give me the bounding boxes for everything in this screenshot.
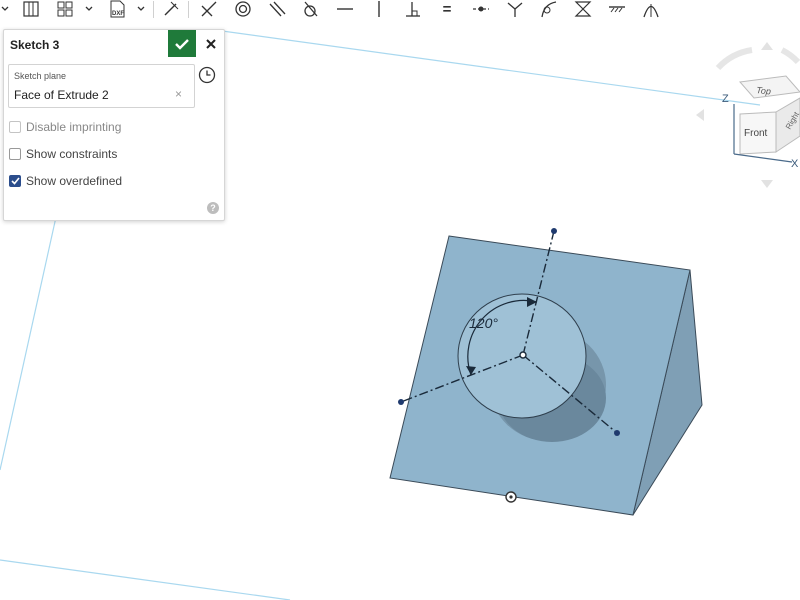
help-icon[interactable]: ?: [207, 202, 219, 214]
checkmark-icon: [175, 38, 189, 50]
close-icon: [206, 38, 216, 49]
chevron-down-icon[interactable]: [134, 0, 148, 18]
symmetric-icon[interactable]: [504, 0, 526, 18]
cancel-button[interactable]: [199, 30, 223, 57]
view-cube-front-label: Front: [744, 128, 768, 139]
view-cube-top-label: Top: [756, 85, 772, 96]
equal-icon[interactable]: =: [436, 0, 458, 18]
view-cube[interactable]: Top Front Right Z X: [694, 40, 800, 190]
toolbar-divider: [188, 1, 189, 18]
option-disable-imprinting[interactable]: Disable imprinting: [9, 120, 121, 134]
show-overdefined-label: Show overdefined: [26, 174, 123, 188]
disable-imprinting-label: Disable imprinting: [26, 120, 122, 134]
angle-dimension-label[interactable]: 120°: [469, 315, 498, 331]
perpendicular-icon[interactable]: [402, 0, 424, 18]
horizontal-icon[interactable]: [334, 0, 356, 18]
option-show-overdefined[interactable]: Show overdefined: [9, 174, 122, 188]
sketch-center-point[interactable]: [519, 351, 527, 359]
offset-circle-icon[interactable]: [232, 0, 254, 18]
parallel-icon[interactable]: [266, 0, 288, 18]
x-axis-label: X: [791, 158, 799, 170]
show-overdefined-checkbox[interactable]: [9, 175, 21, 187]
sketch-plane-value: Face of Extrude 2: [14, 88, 109, 102]
sketch-feature-panel: Sketch 3 Sketch plane Face of Extrude 2 …: [3, 29, 225, 221]
curvature-icon[interactable]: [538, 0, 560, 18]
z-axis-label: Z: [722, 93, 729, 105]
disable-imprinting-checkbox[interactable]: [9, 121, 21, 133]
tangent-icon[interactable]: [300, 0, 322, 18]
dxf-label: DXF: [112, 11, 124, 17]
trim-icon[interactable]: [198, 0, 220, 18]
history-clock-icon[interactable]: [198, 66, 216, 89]
midpoint-icon[interactable]: [470, 0, 492, 18]
dxf-import-icon[interactable]: DXF: [106, 0, 128, 18]
fix-icon[interactable]: [606, 0, 628, 18]
sketch-plane-label: Sketch plane: [14, 71, 67, 81]
checkmark-icon: [10, 177, 20, 185]
clear-selection-icon[interactable]: ×: [175, 87, 182, 101]
chevron-down-icon[interactable]: [82, 0, 96, 18]
pierce-icon[interactable]: [640, 0, 662, 18]
show-constraints-label: Show constraints: [26, 147, 118, 161]
grid-pattern-icon[interactable]: [54, 0, 76, 18]
hole-table-icon[interactable]: [20, 0, 42, 18]
sketch-endpoint-right[interactable]: [614, 430, 620, 436]
sketch-endpoint-left[interactable]: [398, 399, 404, 405]
mirror-icon[interactable]: [572, 0, 594, 18]
dimension-tool-icon[interactable]: [160, 0, 182, 18]
vertical-icon[interactable]: [368, 0, 390, 18]
sketch-plane-field[interactable]: Sketch plane Face of Extrude 2 ×: [8, 64, 195, 108]
sketch-endpoint-top[interactable]: [551, 228, 557, 234]
sketch-toolbar: DXF =: [0, 0, 800, 20]
option-show-constraints[interactable]: Show constraints: [9, 147, 117, 161]
chevron-down-icon[interactable]: [0, 0, 10, 18]
accept-button[interactable]: [168, 30, 196, 57]
show-constraints-checkbox[interactable]: [9, 148, 21, 160]
panel-title: Sketch 3: [10, 38, 60, 52]
toolbar-divider: [153, 1, 154, 18]
